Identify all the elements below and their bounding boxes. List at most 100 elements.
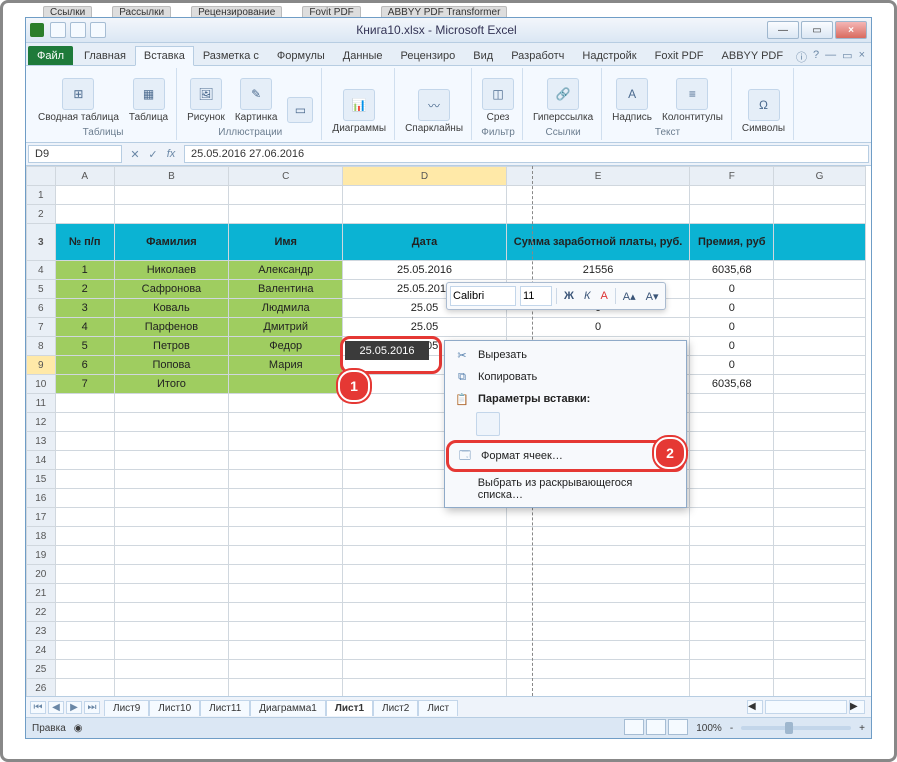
macro-record-icon[interactable]: ◉ <box>74 723 83 734</box>
pivot-table-button[interactable]: ⊞Сводная таблица <box>36 76 121 125</box>
hscroll[interactable]: ◀▶ <box>458 700 871 714</box>
cell-E3[interactable]: Сумма заработной платы, руб. <box>506 224 690 261</box>
cell-F5[interactable]: 0 <box>690 280 774 299</box>
qat-undo-icon[interactable] <box>70 22 86 38</box>
col-A-header[interactable]: A <box>55 167 114 186</box>
cell-E7[interactable]: 0 <box>506 318 690 337</box>
row-header[interactable]: 10 <box>27 375 56 394</box>
paste-option-1[interactable] <box>476 412 500 436</box>
row-header[interactable]: 17 <box>27 508 56 527</box>
cell-E21[interactable] <box>506 584 690 603</box>
cell-F26[interactable] <box>690 679 774 697</box>
cell-context-menu[interactable]: ✂Вырезать ⧉Копировать 📋Параметры вставки… <box>444 340 687 508</box>
tab-data[interactable]: Данные <box>334 46 392 65</box>
cell-A18[interactable] <box>55 527 114 546</box>
cell-A12[interactable] <box>55 413 114 432</box>
tab-view[interactable]: Вид <box>464 46 502 65</box>
cell-B4[interactable]: Николаев <box>114 261 228 280</box>
row-header[interactable]: 3 <box>27 224 56 261</box>
cell-D23[interactable] <box>343 622 506 641</box>
cell-B10[interactable]: Итого <box>114 375 228 394</box>
cell-G23[interactable] <box>774 622 866 641</box>
cell-C2[interactable] <box>229 205 343 224</box>
sheet-tab[interactable]: Лист2 <box>373 700 418 716</box>
col-G-header[interactable]: G <box>774 167 866 186</box>
cell-E25[interactable] <box>506 660 690 679</box>
hyperlink-button[interactable]: 🔗Гиперссылка <box>531 76 595 125</box>
cell-B6[interactable]: Коваль <box>114 299 228 318</box>
ribbon-help-buttons[interactable]: ⓘ ? — ▭ × <box>796 49 871 65</box>
cell-D22[interactable] <box>343 603 506 622</box>
picture-button[interactable]: 🖼Рисунок <box>185 76 227 125</box>
cell-A15[interactable] <box>55 470 114 489</box>
cell-D2[interactable] <box>343 205 506 224</box>
insert-function-icon[interactable]: fx <box>164 148 178 161</box>
row-header[interactable]: 18 <box>27 527 56 546</box>
font-name-input[interactable] <box>450 286 516 306</box>
cell-D24[interactable] <box>343 641 506 660</box>
next-sheet-icon[interactable]: ▶ <box>66 701 82 714</box>
cell-E17[interactable] <box>506 508 690 527</box>
cell-C17[interactable] <box>229 508 343 527</box>
sparklines-button[interactable]: 〰Спарклайны <box>403 87 465 136</box>
tab-formulas[interactable]: Формулы <box>268 46 334 65</box>
cell-A1[interactable] <box>55 186 114 205</box>
sheet-tab[interactable]: Лист10 <box>149 700 200 716</box>
cell-B11[interactable] <box>114 394 228 413</box>
cell-C6[interactable]: Людмила <box>229 299 343 318</box>
font-color-button[interactable]: А <box>597 290 610 302</box>
cell-C24[interactable] <box>229 641 343 660</box>
cell-B23[interactable] <box>114 622 228 641</box>
row-header[interactable]: 20 <box>27 565 56 584</box>
cell-G17[interactable] <box>774 508 866 527</box>
cell-C8[interactable]: Федор <box>229 337 343 356</box>
cell-C18[interactable] <box>229 527 343 546</box>
qat-redo-icon[interactable] <box>90 22 106 38</box>
row-header[interactable]: 26 <box>27 679 56 697</box>
cell-D19[interactable] <box>343 546 506 565</box>
cell-D1[interactable] <box>343 186 506 205</box>
cell-A16[interactable] <box>55 489 114 508</box>
cell-B14[interactable] <box>114 451 228 470</box>
tab-foxit[interactable]: Foxit PDF <box>646 46 713 65</box>
tab-insert[interactable]: Вставка <box>135 46 194 66</box>
row-header[interactable]: 7 <box>27 318 56 337</box>
cancel-entry-icon[interactable]: ✕ <box>128 148 142 161</box>
cell-G3[interactable] <box>774 224 866 261</box>
cell-D25[interactable] <box>343 660 506 679</box>
cell-G25[interactable] <box>774 660 866 679</box>
cell-A25[interactable] <box>55 660 114 679</box>
cell-A10[interactable]: 7 <box>55 375 114 394</box>
cell-A14[interactable] <box>55 451 114 470</box>
cell-A19[interactable] <box>55 546 114 565</box>
cell-A26[interactable] <box>55 679 114 697</box>
zoom-level[interactable]: 100% <box>696 723 722 734</box>
first-sheet-icon[interactable]: ⏮ <box>30 701 46 714</box>
cell-G20[interactable] <box>774 565 866 584</box>
cell-F25[interactable] <box>690 660 774 679</box>
tab-page-layout[interactable]: Разметка с <box>194 46 268 65</box>
textbox-button[interactable]: AНадпись <box>610 76 654 125</box>
menu-format-cells[interactable]: 🗔 Формат ячеек… 2 <box>451 445 680 467</box>
cell-G24[interactable] <box>774 641 866 660</box>
cell-C21[interactable] <box>229 584 343 603</box>
ribbon-minimize-icon[interactable]: — <box>825 49 836 65</box>
page-layout-view-icon[interactable] <box>646 719 666 735</box>
font-size-input[interactable] <box>520 286 552 306</box>
table-button[interactable]: ▦Таблица <box>127 76 170 125</box>
col-E-header[interactable]: E <box>506 167 690 186</box>
cell-A23[interactable] <box>55 622 114 641</box>
cell-E1[interactable] <box>506 186 690 205</box>
cell-G6[interactable] <box>774 299 866 318</box>
page-break-view-icon[interactable] <box>668 719 688 735</box>
cell-G14[interactable] <box>774 451 866 470</box>
cell-A24[interactable] <box>55 641 114 660</box>
cell-B3[interactable]: Фамилия <box>114 224 228 261</box>
row-header[interactable]: 9 <box>27 356 56 375</box>
cell-C16[interactable] <box>229 489 343 508</box>
ribbon-help-icon[interactable]: ? <box>813 49 819 65</box>
col-F-header[interactable]: F <box>690 167 774 186</box>
cell-F13[interactable] <box>690 432 774 451</box>
ribbon-close-icon[interactable]: × <box>859 49 865 65</box>
cell-E2[interactable] <box>506 205 690 224</box>
